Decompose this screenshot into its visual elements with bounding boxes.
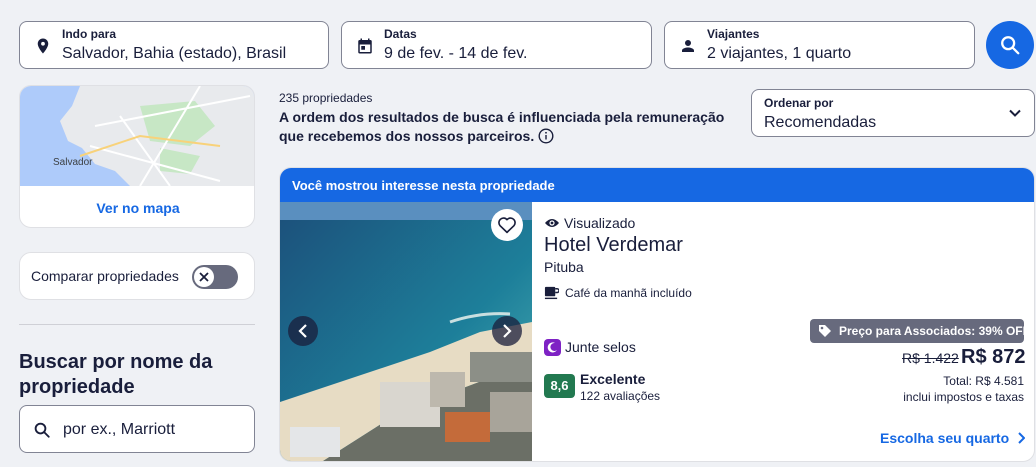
chevron-right-icon [1018,432,1026,444]
travelers-label: Viajantes [707,27,760,41]
search-icon [1001,36,1020,55]
rating-text: Excelente [580,371,646,387]
tag-icon [819,325,831,337]
name-search-title: Buscar por nome da propriedade [19,351,213,398]
hotel-neighborhood: Pituba [544,259,584,275]
sort-label: Ordenar por [764,96,834,110]
location-pin-icon [37,38,49,54]
search-button[interactable] [986,21,1034,69]
close-icon [199,272,209,282]
compare-properties[interactable]: Comparar propriedades [19,252,255,300]
sort-value: Recomendadas [764,114,877,131]
review-count[interactable]: 122 avaliações [580,389,660,403]
viewed-indicator: Visualizado [544,215,635,231]
viewed-text: Visualizado [564,215,636,231]
banner-text: Você mostrou interesse nesta propriedade [292,178,555,193]
property-card[interactable]: Você mostrou interesse nesta propriedade… [279,167,1035,462]
heart-icon [498,217,516,234]
chevron-right-icon [503,324,512,338]
calendar-icon [358,38,372,54]
dates-field[interactable]: Datas 9 de fev. - 14 de fev. [341,21,652,69]
previous-photo-button[interactable] [288,316,318,346]
person-icon [682,40,694,52]
coffee-icon [544,286,559,300]
name-search-placeholder: por ex., Marriott [63,421,176,438]
amenity-breakfast: Café da manhã incluído [544,285,692,300]
next-photo-button[interactable] [492,316,522,346]
destination-value: Salvador, Bahia (estado), Brasil [62,45,287,62]
search-icon [34,422,50,438]
destination-field[interactable]: Indo para Salvador, Bahia (estado), Bras… [19,21,329,69]
compare-label: Comparar propriedades [31,268,179,284]
stamps-text: Junte selos [565,339,636,355]
current-price: R$ 872 [961,346,1026,368]
view-map-link[interactable]: Ver no mapa [20,200,254,216]
disclaimer-text: A ordem dos resultados de busca é influe… [279,109,725,144]
review-score: 8,6 [544,374,575,398]
travelers-field[interactable]: Viajantes 2 viajantes, 1 quarto [664,21,975,69]
member-badge-text: Preço para Associados: 39% OFF [839,324,1030,338]
favorite-button[interactable] [491,209,523,241]
sidebar-divider [19,324,255,325]
travelers-value: 2 viajantes, 1 quarto [707,45,852,62]
results-count: 235 propriedades [279,91,373,105]
map-card[interactable]: Salvador Ver no mapa [19,85,255,228]
compare-toggle[interactable] [192,265,238,289]
choose-room-link[interactable]: Escolha seu quarto [880,430,1026,446]
chevron-left-icon [298,324,307,338]
eye-icon [545,219,559,227]
taxes-note: inclui impostos e taxas [903,390,1024,404]
destination-label: Indo para [62,27,117,41]
stamp-icon [544,339,561,356]
member-price-badge: Preço para Associados: 39% OFF [810,319,1030,343]
property-name-search-input[interactable]: por ex., Marriott [19,405,255,453]
map-thumbnail[interactable]: Salvador [20,86,255,186]
interest-banner: Você mostrou interesse nesta propriedade [280,168,1034,202]
sort-dropdown[interactable]: Ordenar por Recomendadas [751,89,1035,137]
stamps-badge: Junte selos [544,339,636,356]
dates-label: Datas [384,27,417,41]
original-price: R$ 1.422 [902,350,959,366]
dates-value: 9 de fev. - 14 de fev. [384,45,528,62]
ranking-disclaimer: A ordem dos resultados de busca é influe… [279,108,749,146]
amenity-text: Café da manhã incluído [565,286,692,300]
map-label-salvador: Salvador [53,157,93,168]
choose-room-text: Escolha seu quarto [880,430,1010,446]
hotel-name[interactable]: Hotel Verdemar [544,234,683,257]
chevron-down-icon [1009,109,1021,117]
info-icon[interactable] [538,128,554,144]
total-price: Total: R$ 4.581 [943,374,1024,388]
